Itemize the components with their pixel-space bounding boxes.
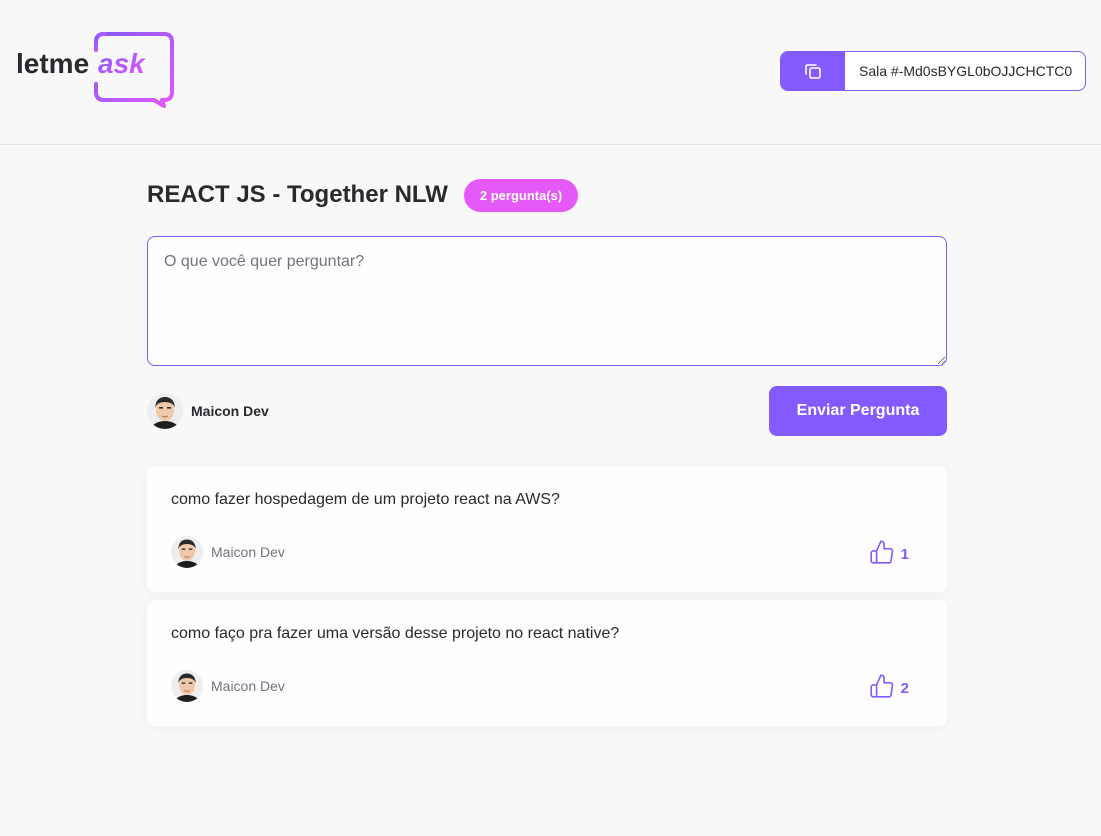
copy-button[interactable] [781, 52, 845, 90]
question-text: como faço pra fazer uma versão desse pro… [171, 625, 620, 642]
question-list: como fazer hospedagem de um projeto reac… [147, 466, 947, 734]
like-count: 2 [900, 680, 909, 697]
question-textarea[interactable] [147, 236, 947, 366]
user-info: Maicon Dev [147, 393, 269, 429]
question-author: Maicon Dev [171, 536, 285, 568]
form-footer: Maicon Dev Enviar Pergunta [147, 386, 947, 436]
letmeask-logo: letme ask [16, 30, 176, 108]
room-code-text: Sala #-Md0sBYGL0bOJJCHCTC0 [859, 63, 1073, 79]
question-footer: Maicon Dev 2 [171, 670, 923, 702]
question-count-badge: 2 pergunta(s) [463, 178, 579, 212]
question-author-name: Maicon Dev [211, 544, 285, 560]
avatar [147, 393, 183, 429]
like-button[interactable]: 2 [869, 673, 923, 699]
like-button[interactable]: 1 [869, 539, 923, 565]
room-code-button[interactable]: Sala #-Md0sBYGL0bOJJCHCTC0 [780, 51, 1086, 91]
avatar [171, 536, 203, 568]
page-header: letme ask Sala #-Md0sBYGL0bOJJCHCTC0 [0, 0, 1101, 145]
logo-text-dark: letme [16, 48, 89, 79]
logo-text-accent: ask [98, 48, 146, 79]
question-text: como fazer hospedagem de um projeto reac… [171, 491, 560, 508]
thumbs-up-icon [870, 540, 893, 564]
question-card: como faço pra fazer uma versão desse pro… [147, 600, 947, 726]
room-title: REACT JS - Together NLW [147, 181, 448, 208]
like-count: 1 [900, 546, 909, 563]
question-card: como fazer hospedagem de um projeto reac… [147, 466, 947, 592]
thumbs-up-icon [870, 674, 893, 698]
avatar [171, 670, 203, 702]
user-name: Maicon Dev [191, 403, 269, 419]
question-author-name: Maicon Dev [211, 678, 285, 694]
send-question-button[interactable]: Enviar Pergunta [769, 386, 947, 436]
question-footer: Maicon Dev 1 [171, 536, 923, 568]
room-title-row: REACT JS - Together NLW 2 pergunta(s) [147, 177, 579, 213]
copy-icon [805, 64, 821, 79]
question-author: Maicon Dev [171, 670, 285, 702]
